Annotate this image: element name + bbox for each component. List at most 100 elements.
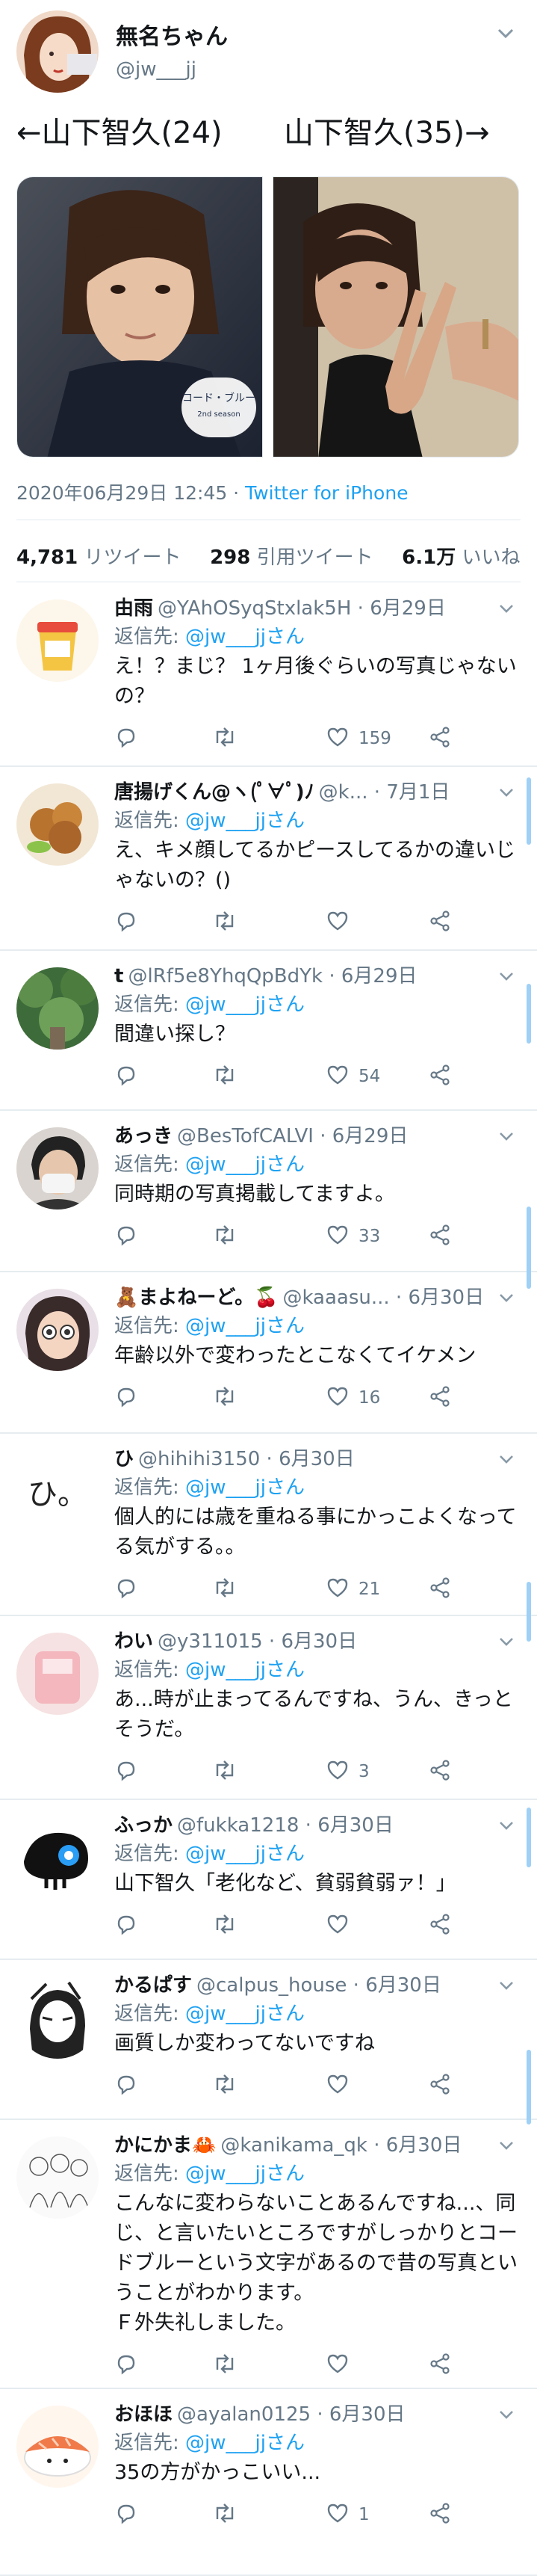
reply-author-handle[interactable]: @kanikama_qk · 6月30日 xyxy=(220,2134,462,2157)
reply-to-link[interactable]: @jw___jjさん xyxy=(185,1843,305,1865)
share-button[interactable] xyxy=(428,1061,452,1091)
reply-author-name[interactable]: ふっか xyxy=(114,1814,173,1837)
share-button[interactable] xyxy=(428,2350,452,2380)
reply-to-link[interactable]: @jw___jjさん xyxy=(185,1476,305,1499)
reply-tweet[interactable]: t @lRf5e8YhqQpBdYk · 6月29日 返信先: @jw___jjさ… xyxy=(0,951,537,1111)
like-button[interactable]: 3 xyxy=(326,1757,370,1787)
reply-author-name[interactable]: おほほ xyxy=(114,2403,173,2426)
share-button[interactable] xyxy=(428,2500,452,2530)
reply-button[interactable] xyxy=(114,1911,138,1941)
retweet-button[interactable] xyxy=(211,724,238,754)
like-button[interactable]: 54 xyxy=(326,1061,380,1091)
like-button[interactable]: 16 xyxy=(326,1383,380,1413)
reply-author-handle[interactable]: @hihihi3150 · 6月30日 xyxy=(138,1448,355,1470)
reply-avatar[interactable] xyxy=(16,783,99,866)
share-button[interactable] xyxy=(428,1911,452,1941)
chevron-down-icon[interactable] xyxy=(496,1631,517,1652)
like-button[interactable] xyxy=(326,1911,358,1941)
author-handle[interactable]: @jw___jj xyxy=(116,58,196,81)
like-button[interactable]: 1 xyxy=(326,2500,370,2530)
reply-tweet[interactable]: わい @y311015 · 6月30日 返信先: @jw___jjさん あ...時… xyxy=(0,1616,537,1800)
retweet-button[interactable] xyxy=(211,2500,238,2530)
retweet-label[interactable]: リツイート xyxy=(84,546,181,569)
reply-author-handle[interactable]: @YAhOSyqStxlak5H · 6月29日 xyxy=(158,597,446,620)
reply-tweet[interactable]: 🧸まよねーど。🍒 @kaaasu... · 6月30日 返信先: @jw___jj… xyxy=(0,1272,537,1434)
reply-author-handle[interactable]: @lRf5e8YhqQpBdYk · 6月29日 xyxy=(128,965,417,987)
reply-to-link[interactable]: @jw___jjさん xyxy=(185,993,305,1016)
reply-to-link[interactable]: @jw___jjさん xyxy=(185,1315,305,1337)
reply-avatar[interactable] xyxy=(16,1289,99,1371)
like-button[interactable]: 159 xyxy=(326,724,391,754)
reply-author-handle[interactable]: @calpus_house · 6月30日 xyxy=(196,1974,441,1997)
reply-author-name[interactable]: かにかま🦀 xyxy=(114,2134,216,2157)
reply-button[interactable] xyxy=(114,724,138,754)
photo-young[interactable]: コード・ブルー 2nd season xyxy=(16,176,263,457)
reply-author-name[interactable]: あっき xyxy=(114,1125,173,1147)
retweet-button[interactable] xyxy=(211,1061,238,1091)
reply-author-name[interactable]: かるぱす xyxy=(114,1974,192,1997)
chevron-down-icon[interactable] xyxy=(496,1815,517,1836)
reply-author-handle[interactable]: @ayalan0125 · 6月30日 xyxy=(177,2403,405,2426)
like-button[interactable]: 33 xyxy=(326,1221,380,1251)
reply-button[interactable] xyxy=(114,1221,138,1251)
chevron-down-icon[interactable] xyxy=(496,1449,517,1470)
quote-count[interactable]: 298 xyxy=(210,546,250,569)
reply-button[interactable] xyxy=(114,908,138,937)
reply-to-link[interactable]: @jw___jjさん xyxy=(185,810,305,832)
reply-tweet[interactable]: かにかま🦀 @kanikama_qk · 6月30日 返信先: @jw___jjさ… xyxy=(0,2120,537,2389)
reply-tweet[interactable]: ひ。 ひ @hihihi3150 · 6月30日 返信先: @jw___jjさん … xyxy=(0,1434,537,1616)
reply-tweet[interactable]: かるぱす @calpus_house · 6月30日 返信先: @jw___jjさ… xyxy=(0,1960,537,2120)
retweet-button[interactable] xyxy=(211,1221,238,1251)
tweet-source-link[interactable]: Twitter for iPhone xyxy=(245,482,408,504)
reply-author-name[interactable]: わい xyxy=(114,1630,153,1653)
share-button[interactable] xyxy=(428,1221,452,1251)
chevron-down-icon[interactable] xyxy=(496,1287,517,1308)
reply-button[interactable] xyxy=(114,2350,138,2380)
like-button[interactable] xyxy=(326,2350,358,2380)
retweet-button[interactable] xyxy=(211,1757,238,1787)
share-button[interactable] xyxy=(428,2071,452,2101)
reply-avatar[interactable] xyxy=(16,1976,99,2059)
chevron-down-icon[interactable] xyxy=(496,598,517,619)
reply-button[interactable] xyxy=(114,2500,138,2530)
chevron-down-icon[interactable] xyxy=(496,2404,517,2425)
reply-tweet[interactable]: 唐揚げくん@ヽ(ﾟ∀ﾟ)ﾉ @k... · 7月1日 返信先: @jw___jjさ… xyxy=(0,767,537,951)
reply-avatar[interactable] xyxy=(16,2136,99,2219)
share-button[interactable] xyxy=(428,1757,452,1787)
photo-current[interactable] xyxy=(273,176,519,457)
reply-avatar[interactable] xyxy=(16,1127,99,1210)
reply-button[interactable] xyxy=(114,1574,138,1604)
share-button[interactable] xyxy=(428,908,452,937)
retweet-button[interactable] xyxy=(211,1911,238,1941)
reply-tweet[interactable]: あっき @BesTofCALVI · 6月29日 返信先: @jw___jjさん … xyxy=(0,1111,537,1272)
chevron-down-icon[interactable] xyxy=(496,966,517,987)
reply-to-link[interactable]: @jw___jjさん xyxy=(185,1659,305,1681)
reply-author-name[interactable]: 🧸まよねーど。🍒 xyxy=(114,1287,278,1309)
chevron-down-icon[interactable] xyxy=(496,1975,517,1996)
share-button[interactable] xyxy=(428,1574,452,1604)
reply-author-handle[interactable]: @fukka1218 · 6月30日 xyxy=(177,1814,394,1837)
reply-author-handle[interactable]: @k... · 7月1日 xyxy=(319,781,450,804)
like-label[interactable]: いいね xyxy=(462,546,520,569)
reply-to-link[interactable]: @jw___jjさん xyxy=(185,1153,305,1176)
reply-button[interactable] xyxy=(114,1757,138,1787)
author-name[interactable]: 無名ちゃん xyxy=(116,18,228,51)
like-count[interactable]: 6.1万 xyxy=(402,546,456,569)
reply-tweet[interactable]: おほほ @ayalan0125 · 6月30日 返信先: @jw___jjさん 3… xyxy=(0,2389,537,2576)
like-button[interactable]: 21 xyxy=(326,1574,380,1604)
chevron-down-icon[interactable] xyxy=(496,1126,517,1147)
reply-avatar[interactable]: ひ。 xyxy=(16,1450,99,1532)
reply-tweet[interactable]: ふっか @fukka1218 · 6月30日 返信先: @jw___jjさん 山下… xyxy=(0,1800,537,1960)
reply-to-link[interactable]: @jw___jjさん xyxy=(185,2163,305,2185)
reply-button[interactable] xyxy=(114,2071,138,2101)
chevron-down-icon[interactable] xyxy=(496,782,517,803)
chevron-down-icon[interactable] xyxy=(496,2135,517,2156)
reply-avatar[interactable] xyxy=(16,1633,99,1715)
reply-avatar[interactable] xyxy=(16,2406,99,2488)
reply-button[interactable] xyxy=(114,1061,138,1091)
chevron-down-icon[interactable] xyxy=(494,22,517,45)
reply-button[interactable] xyxy=(114,1383,138,1413)
retweet-button[interactable] xyxy=(211,908,238,937)
reply-to-link[interactable]: @jw___jjさん xyxy=(185,2432,305,2454)
reply-author-handle[interactable]: @y311015 · 6月30日 xyxy=(158,1630,357,1653)
